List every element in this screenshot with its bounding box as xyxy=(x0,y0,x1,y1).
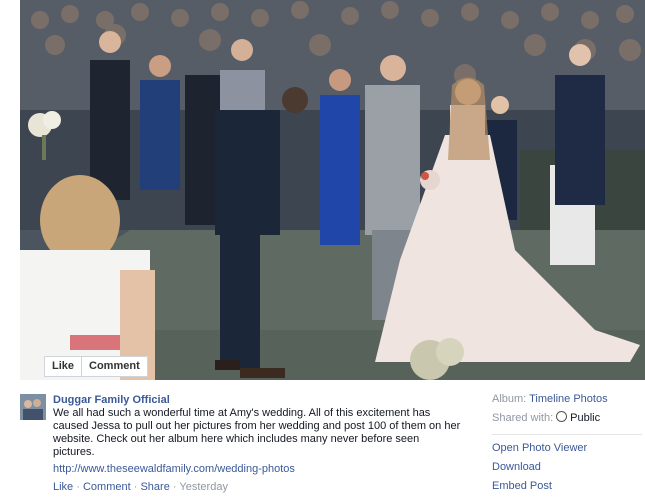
separator-dot: · xyxy=(133,481,138,493)
sidebar-divider xyxy=(492,434,642,435)
post-share-link[interactable]: Share xyxy=(140,481,169,493)
album-label: Album: xyxy=(492,393,527,405)
shared-row: Shared with: Public xyxy=(492,411,642,430)
post-actions: Like · Comment · Share · Yesterday xyxy=(53,481,228,493)
shared-label: Shared with: xyxy=(492,412,554,424)
photo-comment-button[interactable]: Comment xyxy=(82,356,148,377)
wedding-photo-image xyxy=(20,0,645,380)
avatar-image-icon xyxy=(20,394,46,420)
page-avatar[interactable] xyxy=(20,394,46,420)
globe-icon xyxy=(556,411,568,422)
photo-sidebar: Album: Timeline Photos Shared with: Publi… xyxy=(492,392,642,498)
photo-like-button[interactable]: Like xyxy=(44,356,83,377)
separator-dot: · xyxy=(76,481,80,493)
open-photo-viewer-link[interactable]: Open Photo Viewer xyxy=(492,441,642,460)
post-like-link[interactable]: Like xyxy=(53,481,73,493)
download-link[interactable]: Download xyxy=(492,460,642,479)
post-text: We all had such a wonderful time at Amy'… xyxy=(53,407,461,458)
post-author-link[interactable]: Duggar Family Official xyxy=(53,394,170,406)
post-url-link[interactable]: http://www.theseewaldfamily.com/wedding-… xyxy=(53,463,295,475)
post-timestamp[interactable]: Yesterday xyxy=(179,481,228,493)
post-comment-link[interactable]: Comment xyxy=(83,481,131,493)
embed-post-link[interactable]: Embed Post xyxy=(492,479,642,498)
separator-dot: · xyxy=(172,481,177,493)
album-link[interactable]: Timeline Photos xyxy=(529,393,607,405)
privacy-value[interactable]: Public xyxy=(570,412,600,424)
wedding-photo[interactable]: Like Comment xyxy=(20,0,645,380)
photo-action-bar: Like Comment xyxy=(44,356,148,377)
album-row: Album: Timeline Photos xyxy=(492,392,642,411)
